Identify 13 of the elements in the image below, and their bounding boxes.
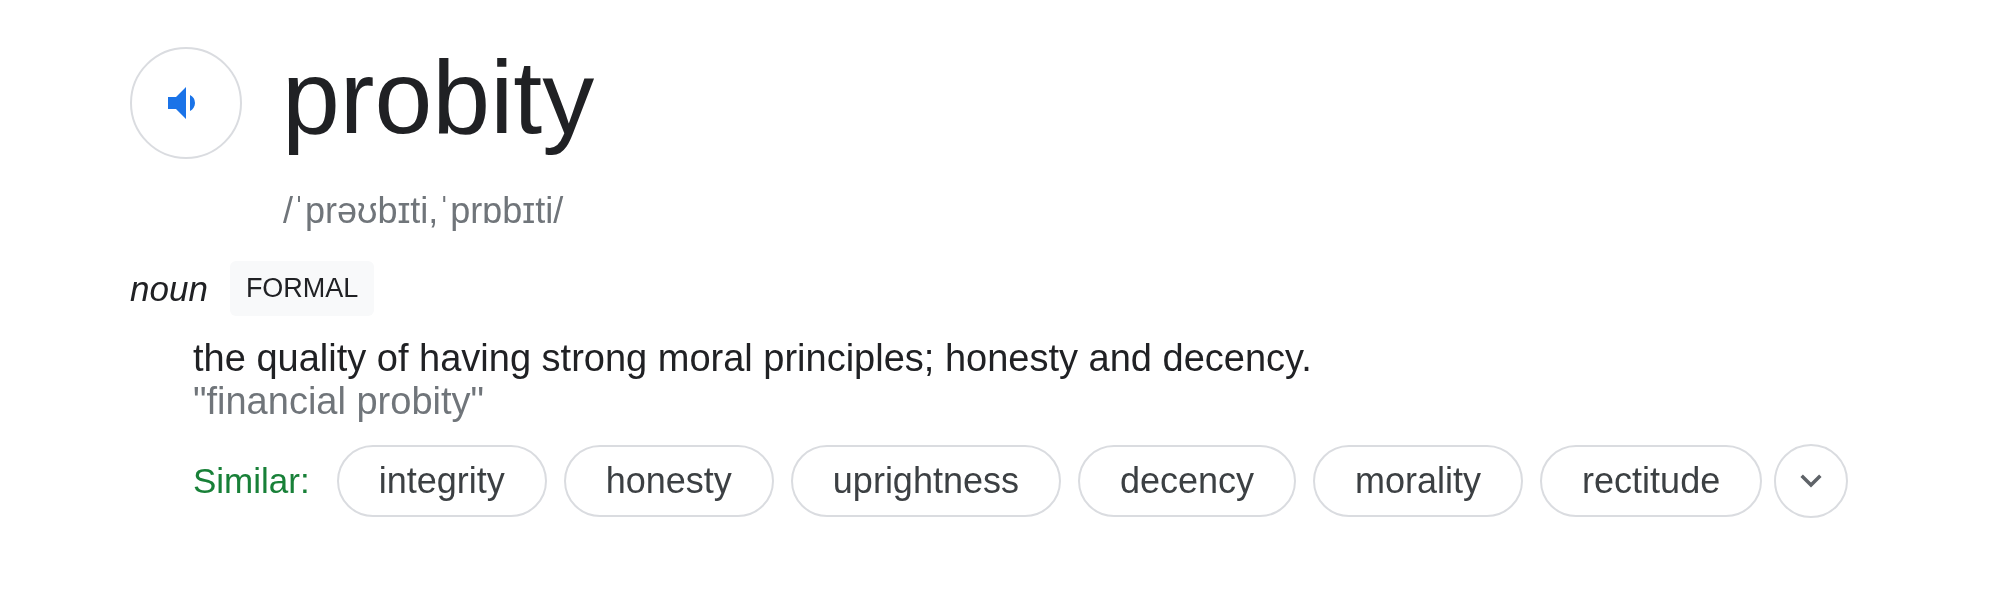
synonym-chip[interactable]: rectitude [1540,445,1763,517]
synonym-chip[interactable]: decency [1077,445,1297,517]
part-of-speech: noun [130,268,208,309]
definition: the quality of having strong moral principles; honesty and decency. [193,336,1313,380]
similar-label: Similar: [193,461,310,501]
pronunciation: /ˈprəʊbɪti,ˈprɒbɪti/ [283,189,565,233]
synonym-chip[interactable]: integrity [336,445,547,517]
register-label: FORMAL [229,261,375,316]
synonym-chip[interactable]: honesty [563,445,774,517]
example: "financial probity" [193,380,485,422]
synonym-chip[interactable]: morality [1313,445,1524,517]
synonym-chip[interactable]: uprightness [790,445,1061,517]
headword: probity [282,41,595,153]
